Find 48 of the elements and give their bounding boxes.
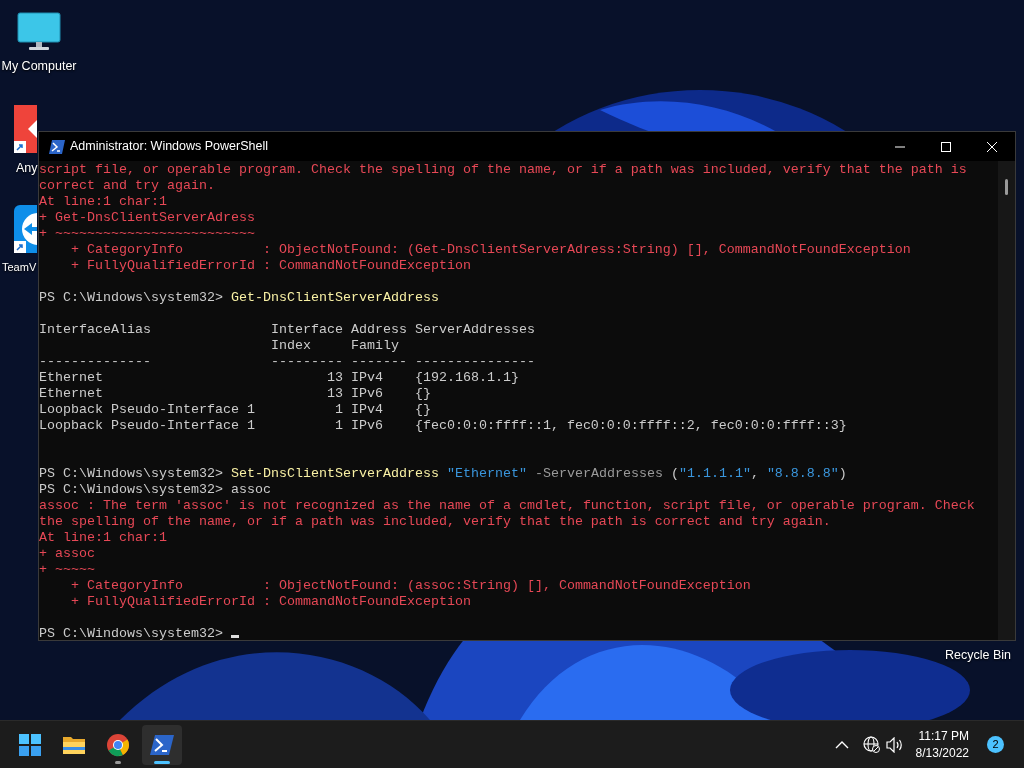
notification-count[interactable]: 2 (987, 736, 1004, 753)
chevron-icon[interactable] (834, 740, 849, 749)
icon-label: Recycle Bin (945, 647, 1011, 664)
console-line: assoc : The term 'assoc' is not recognized as the name of a cmdlet, function, script file, or operable program. Check (39, 498, 975, 514)
console-line: + CategoryInfo : ObjectNotFound: (Get-DnsClientServerAdress:String) [], CommandNotFoundException (70, 242, 911, 258)
window-title: Administrator: Windows PowerShell (70, 138, 268, 156)
console-line: + Get-DnsClientServerAdress (39, 210, 255, 226)
console-line: script file, or operable program. Check the spelling of the name, or if a path was included, verify that the path is (39, 162, 967, 178)
start-icon (18, 732, 42, 757)
console-line: + assoc (39, 546, 95, 562)
scrollbar-thumb[interactable] (1005, 179, 1008, 195)
console-line: InterfaceAlias Interface Address ServerAddresses (39, 322, 535, 338)
browser-icon (106, 732, 130, 757)
console-line: + FullyQualifiedErrorId : CommandNotFoundException (70, 258, 471, 274)
powershell-icon (49, 139, 65, 154)
console-line: At line:1 char:1 (39, 530, 167, 546)
console-line: PS C:\Windows\system32> Get-DnsClientServerAddress (39, 290, 439, 306)
console-line: PS C:\Windows\system32> (39, 626, 239, 640)
console-line: -------------- --------- ------- --------------- (39, 354, 535, 370)
console-line: Loopback Pseudo-Interface 1 1 IPv6 {fec0:0:0:ffff::1, fec0:0:0:ffff::2, fec0:0:0:ffff::3} (39, 418, 847, 434)
app-icon[interactable] (14, 205, 37, 253)
globe-icon[interactable] (862, 736, 880, 753)
console-line: PS C:\Windows\system32> assoc (39, 482, 271, 498)
monitor-icon[interactable] (17, 12, 61, 52)
console-line: Index Family (269, 338, 399, 354)
console-line: the spelling of the name, or if a path was included, verify that the path is correct and try again. (39, 514, 831, 530)
console-line: Ethernet 13 IPv4 {192.168.1.1} (39, 370, 519, 386)
text-cursor (230, 635, 239, 638)
powershell-icon (150, 732, 174, 757)
close-icon (987, 141, 997, 152)
icon-label: My Computer (1, 58, 77, 75)
console-line: + CategoryInfo : ObjectNotFound: (assoc:String) [], CommandNotFoundException (70, 578, 751, 594)
clock-button[interactable]: 11:17 PM 8/13/2022 (909, 727, 975, 762)
console-line: Loopback Pseudo-Interface 1 1 IPv4 {} (39, 402, 431, 418)
console-line: Ethernet 13 IPv6 {} (39, 386, 431, 402)
console-line: correct and try again. (39, 178, 215, 194)
app-icon[interactable] (14, 105, 37, 153)
console-line: At line:1 char:1 (39, 194, 167, 210)
console-line: + ~~~~~ (39, 562, 95, 578)
taskbar-app[interactable] (142, 724, 182, 765)
console-line: + ~~~~~~~~~~~~~~~~~~~~~~~~~ (39, 226, 255, 242)
console-line: PS C:\Windows\system32> Set-DnsClientServerAddress "Ethernet" -ServerAddresses ("1.1.1.1", "8.8.8.8") (39, 466, 847, 482)
icon-label: TeamV (2, 260, 37, 275)
volume-icon[interactable] (885, 736, 904, 753)
console-line: + FullyQualifiedErrorId : CommandNotFoundException (70, 594, 471, 610)
maximize-icon (941, 141, 951, 152)
scrollbar[interactable] (998, 161, 1015, 640)
icon-label: Any (16, 160, 38, 177)
